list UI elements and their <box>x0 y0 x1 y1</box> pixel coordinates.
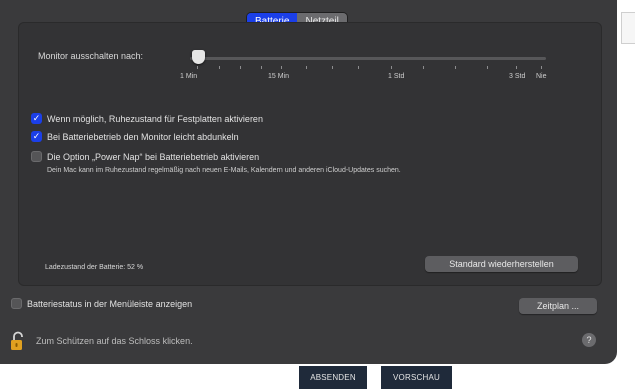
power-nap-description: Dein Mac kann im Ruhezustand regelmäßig … <box>47 167 401 174</box>
checkmark-icon[interactable]: ✓ <box>31 131 42 142</box>
slider-tick <box>391 66 392 69</box>
slider-tick <box>541 66 542 69</box>
slider-tick <box>516 66 517 69</box>
slider-tick-label-1min: 1 Min <box>180 73 198 80</box>
checkmark-icon[interactable]: ✓ <box>31 113 42 124</box>
slider-tick <box>332 66 333 69</box>
slider-tick-label-15min: 15 Min <box>268 73 290 80</box>
battery-level-text: Ladezustand der Batterie: 52 % <box>45 264 144 271</box>
option-dim-display[interactable]: ✓ Bei Batteriebetrieb den Monitor leicht… <box>31 131 239 142</box>
preview-button[interactable]: VORSCHAU <box>381 366 452 389</box>
slider-tick <box>358 66 359 69</box>
lock-row: Zum Schützen auf das Schloss klicken. <box>10 331 193 351</box>
option-disk-sleep[interactable]: ✓ Wenn möglich, Ruhezustand für Festplat… <box>31 113 263 124</box>
help-icon[interactable]: ? <box>582 333 596 347</box>
option-menubar-status[interactable]: Batteriestatus in der Menüleiste anzeige… <box>11 298 192 309</box>
option-dim-display-label: Bei Batteriebetrieb den Monitor leicht a… <box>47 131 239 142</box>
slider-tick <box>197 66 198 69</box>
energy-saver-window: Batterie Netzteil Monitor ausschalten na… <box>0 0 617 364</box>
slider-tick-label-1std: 1 Std <box>388 73 405 80</box>
slider-tick <box>261 66 262 69</box>
schedule-button[interactable]: Zeitplan ... <box>519 298 597 314</box>
lock-text: Zum Schützen auf das Schloss klicken. <box>36 336 193 346</box>
slider-tick <box>306 66 307 69</box>
restore-defaults-button[interactable]: Standard wiederherstellen <box>425 256 578 272</box>
send-button[interactable]: ABSENDEN <box>299 366 367 389</box>
option-disk-sleep-label: Wenn möglich, Ruhezustand für Festplatte… <box>47 113 263 124</box>
unchecked-box[interactable] <box>31 151 42 162</box>
display-off-slider-track[interactable] <box>190 57 546 60</box>
slider-tick <box>240 66 241 69</box>
lock-open-icon[interactable] <box>10 331 27 351</box>
slider-tick-label-nie: Nie <box>536 73 547 80</box>
display-off-label: Monitor ausschalten nach: <box>38 51 144 61</box>
slider-tick <box>487 66 488 69</box>
display-off-slider-knob[interactable] <box>192 50 205 64</box>
background-panel-edge <box>621 12 635 44</box>
slider-tick <box>455 66 456 69</box>
slider-tick <box>281 66 282 69</box>
unchecked-box[interactable] <box>11 298 22 309</box>
slider-tick <box>219 66 220 69</box>
background-page-edge <box>617 0 638 389</box>
option-menubar-status-label: Batteriestatus in der Menüleiste anzeige… <box>27 298 193 309</box>
slider-tick-label-3std: 3 Std <box>509 73 526 80</box>
option-power-nap[interactable]: Die Option „Power Nap“ bei Batteriebetri… <box>31 151 259 162</box>
option-power-nap-label: Die Option „Power Nap“ bei Batteriebetri… <box>47 151 260 162</box>
slider-tick <box>423 66 424 69</box>
